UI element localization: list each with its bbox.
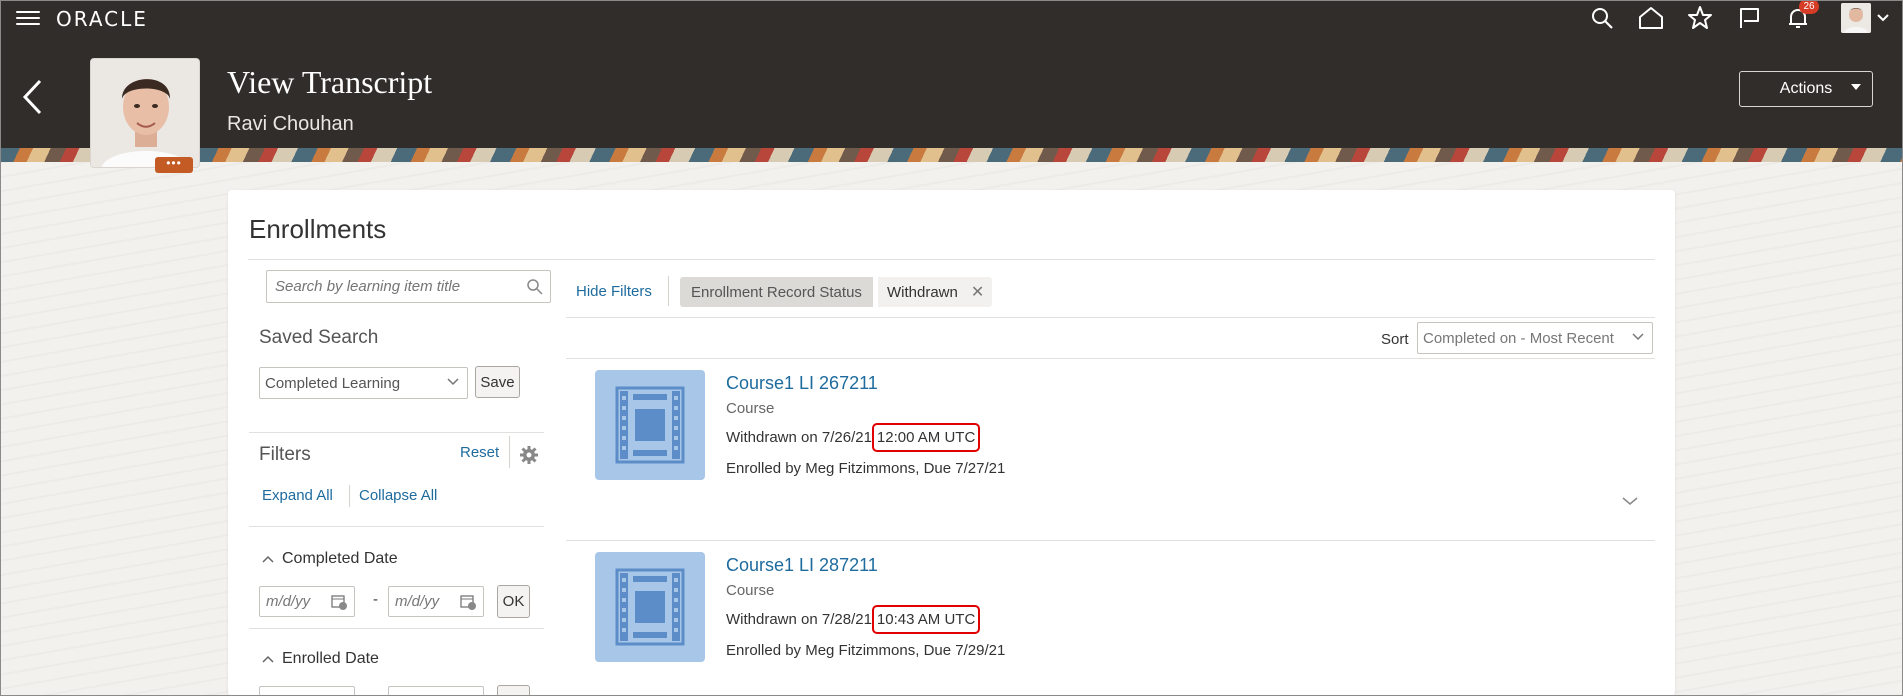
user-menu[interactable] xyxy=(1841,3,1889,33)
course-title-link[interactable]: Course1 LI 267211 xyxy=(726,373,878,394)
chevron-down-icon xyxy=(1632,333,1644,341)
watchlist-flag-icon[interactable] xyxy=(1736,5,1762,31)
profile-photo xyxy=(90,58,200,168)
person-name: Ravi Chouhan xyxy=(227,113,354,135)
global-header: ORACLE 26 xyxy=(0,0,1903,36)
actions-button-label: Actions xyxy=(1779,80,1833,97)
search-field[interactable] xyxy=(266,270,551,303)
hide-filters-link[interactable]: Hide Filters xyxy=(576,283,652,300)
enrolled-by: Enrolled by Meg Fitzimmons, Due 7/29/21 xyxy=(726,642,1006,659)
remove-filter-icon[interactable]: ✕ xyxy=(971,282,984,302)
search-icon[interactable] xyxy=(526,278,544,296)
home-icon[interactable] xyxy=(1638,5,1664,31)
navigator-menu-icon[interactable] xyxy=(16,8,40,28)
course-thumbnail-icon[interactable] xyxy=(595,552,705,662)
learning-item-type: Course xyxy=(726,400,775,417)
section-title: Enrollments xyxy=(249,214,387,244)
oracle-logo: ORACLE xyxy=(56,7,148,31)
learning-item-type: Course xyxy=(726,582,775,599)
page-title: View Transcript xyxy=(227,64,433,100)
favorites-star-icon[interactable] xyxy=(1687,5,1713,31)
status-time-highlight: 10:43 AM UTC xyxy=(871,605,981,634)
sort-label: Sort xyxy=(1381,331,1409,348)
decorative-banner xyxy=(0,148,1903,162)
caret-down-icon xyxy=(1851,84,1861,90)
divider xyxy=(566,317,1655,318)
sort-select[interactable]: Completed on - Most Recent xyxy=(1417,322,1653,354)
course-title-link[interactable]: Course1 LI 287211 xyxy=(726,555,878,576)
separator xyxy=(668,276,669,306)
sort-value: Completed on - Most Recent xyxy=(1423,329,1614,347)
status-date: Withdrawn on 7/26/21 xyxy=(726,429,872,446)
back-icon[interactable] xyxy=(20,78,48,116)
global-icons: 26 xyxy=(1566,0,1903,36)
list-item: Course1 LI 287211 Course Withdrawn on 7/… xyxy=(228,540,1675,696)
chevron-down-icon[interactable] xyxy=(1622,493,1638,511)
filter-chip-value-text: Withdrawn xyxy=(887,283,958,301)
enrollment-status: Withdrawn on 7/28/21 10:43 AM UTC xyxy=(726,605,981,634)
search-icon[interactable] xyxy=(1589,5,1615,31)
status-date: Withdrawn on 7/28/21 xyxy=(726,611,872,628)
filter-chip-value[interactable]: Withdrawn ✕ xyxy=(878,277,993,307)
notifications-bell-icon[interactable]: 26 xyxy=(1785,0,1819,31)
photo-overflow-menu-icon[interactable]: ••• xyxy=(155,157,193,173)
notifications-badge: 26 xyxy=(1799,0,1819,14)
filter-chip-label: Enrollment Record Status xyxy=(680,277,873,307)
status-time-highlight: 12:00 AM UTC xyxy=(871,423,981,452)
enrollments-card: Enrollments Saved Search Completed Learn… xyxy=(228,190,1675,696)
actions-button[interactable]: Actions xyxy=(1739,71,1873,107)
list-item: Course1 LI 267211 Course Withdrawn on 7/… xyxy=(228,358,1675,538)
search-input[interactable] xyxy=(275,278,515,295)
divider xyxy=(248,259,1655,260)
enrolled-by: Enrolled by Meg Fitzimmons, Due 7/27/21 xyxy=(726,460,1006,477)
saved-search-label: Saved Search xyxy=(259,327,379,348)
chevron-down-icon xyxy=(1877,14,1889,22)
course-thumbnail-icon[interactable] xyxy=(595,370,705,480)
enrollment-status: Withdrawn on 7/26/21 12:00 AM UTC xyxy=(726,423,981,452)
user-avatar xyxy=(1841,3,1871,33)
